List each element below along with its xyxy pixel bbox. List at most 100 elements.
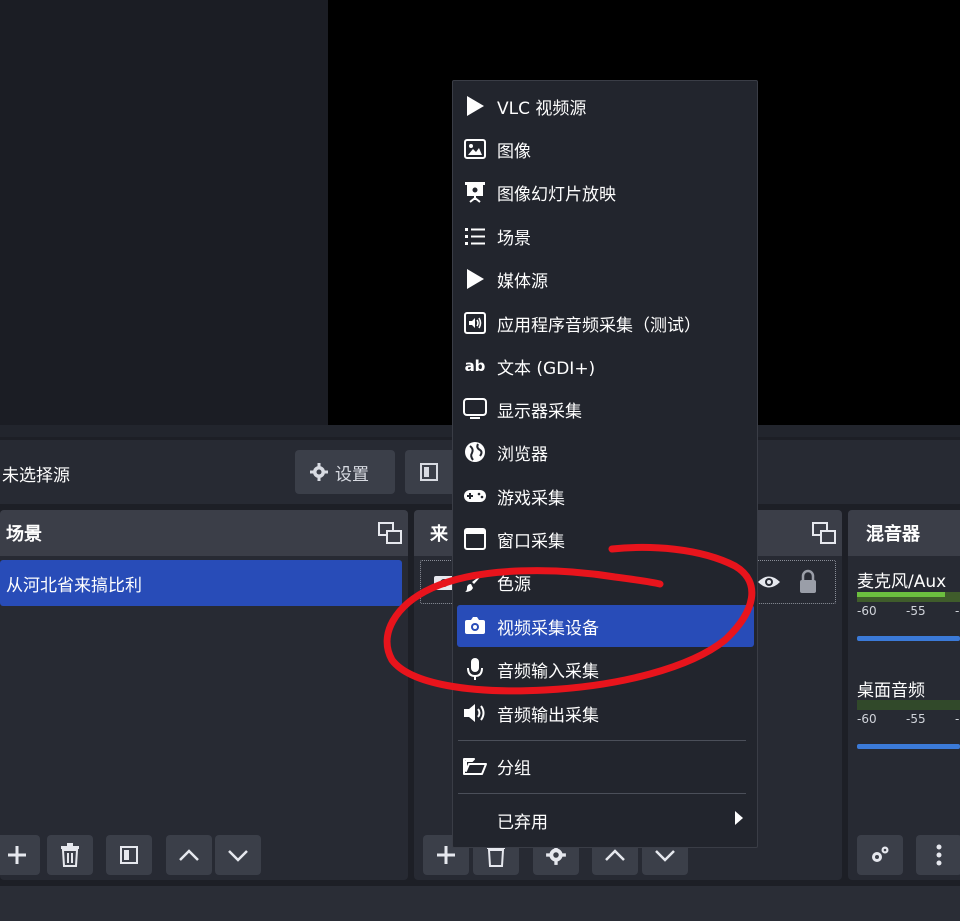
menu-item-label: 分组	[497, 758, 531, 779]
float-dock-icon[interactable]	[812, 522, 836, 549]
lock-icon[interactable]	[797, 569, 819, 599]
meter-ticks: -60 -55 -5	[857, 604, 960, 618]
brush-icon	[463, 570, 487, 594]
list-icon	[463, 224, 487, 248]
menu-item-label: 图像幻灯片放映	[497, 184, 616, 205]
no-source-label: 未选择源	[2, 466, 70, 486]
meter-ticks: -60 -55 -5	[857, 712, 960, 726]
text-icon: ab	[464, 357, 486, 375]
menu-item-label: 已弃用	[497, 812, 548, 833]
kebab-icon	[936, 844, 942, 866]
menu-item-label: 文本 (GDI+)	[497, 358, 596, 379]
scene-item[interactable]: 从河北省来搞比利	[0, 560, 402, 606]
globe-icon	[463, 440, 487, 464]
menu-item-app-audio-capture[interactable]: 应用程序音频采集（测试）	[457, 302, 754, 344]
menu-item-browser[interactable]: 浏览器	[457, 431, 754, 473]
menu-item-game-capture[interactable]: 游戏采集	[457, 475, 754, 517]
menu-item-vlc-source[interactable]: VLC 视频源	[457, 85, 754, 127]
menu-item-audio-input-capture[interactable]: 音频输入采集	[457, 648, 754, 690]
plus-icon	[8, 846, 26, 864]
filter-icon	[120, 846, 138, 864]
trash-icon	[61, 843, 79, 867]
mixer-header: 混音器	[848, 510, 960, 556]
menu-item-label: 视频采集设备	[497, 618, 599, 639]
filter-icon	[420, 463, 438, 481]
menu-item-image-slideshow[interactable]: 图像幻灯片放映	[457, 171, 754, 213]
menu-item-label: 场景	[497, 228, 531, 249]
meter-tick: -55	[906, 604, 926, 618]
meter-tick: -55	[906, 712, 926, 726]
monitor-icon	[463, 397, 487, 421]
meter-tick: -60	[857, 712, 877, 726]
volume-meter-fill	[857, 592, 945, 597]
menu-item-label: 浏览器	[497, 444, 548, 465]
menu-item-text-gdi[interactable]: ab 文本 (GDI+)	[457, 345, 754, 387]
volume-slider[interactable]	[857, 636, 960, 641]
audio-settings-button[interactable]	[857, 835, 903, 875]
play-icon	[463, 267, 487, 291]
camera-icon	[463, 614, 487, 638]
volume-slider[interactable]	[857, 744, 960, 749]
menu-item-window-capture[interactable]: 窗口采集	[457, 518, 754, 560]
menu-separator	[458, 740, 746, 741]
settings-label: 设置	[335, 464, 369, 485]
mixer-title: 混音器	[866, 524, 920, 545]
meter-tick: -60	[857, 604, 877, 618]
sources-title: 来	[430, 524, 448, 545]
menu-separator	[458, 793, 746, 794]
gear-icon	[310, 463, 328, 481]
mixer-menu-button[interactable]	[916, 835, 960, 875]
menu-item-image[interactable]: 图像	[457, 128, 754, 170]
blank-icon	[463, 808, 487, 832]
menu-item-scene[interactable]: 场景	[457, 215, 754, 257]
visibility-eye-icon[interactable]	[757, 571, 781, 597]
menu-item-deprecated[interactable]: 已弃用	[457, 799, 754, 841]
volume-meter	[857, 592, 960, 602]
status-bar	[0, 886, 960, 921]
menu-item-audio-output-capture[interactable]: 音频输出采集	[457, 692, 754, 734]
menu-item-display-capture[interactable]: 显示器采集	[457, 388, 754, 430]
menu-item-label: VLC 视频源	[497, 98, 587, 119]
menu-item-label: 音频输入采集	[497, 661, 599, 682]
scene-move-down-button[interactable]	[215, 835, 261, 875]
menu-item-color-source[interactable]: 色源	[457, 561, 754, 603]
meter-tick: -5	[955, 712, 960, 726]
left-dark-area	[0, 0, 328, 430]
meter-tick: -5	[955, 604, 960, 618]
volume-meter	[857, 700, 960, 710]
chevron-down-icon	[228, 850, 248, 862]
microphone-icon	[463, 657, 487, 681]
menu-item-media-source[interactable]: 媒体源	[457, 258, 754, 300]
app-audio-icon	[463, 311, 487, 335]
slideshow-icon	[463, 180, 487, 204]
image-icon	[463, 137, 487, 161]
scenes-title: 场景	[6, 524, 42, 545]
play-icon	[463, 94, 487, 118]
scene-move-up-button[interactable]	[166, 835, 212, 875]
add-source-menu: VLC 视频源 图像 图像幻灯片放映 场景 媒体源 应用程序音频采集（测试） a…	[452, 80, 758, 848]
submenu-arrow-icon	[734, 810, 744, 831]
scenes-header: 场景	[0, 510, 408, 556]
menu-item-video-capture-device[interactable]: 视频采集设备	[457, 605, 754, 647]
scenes-dock: 场景 从河北省来搞比利	[0, 510, 408, 880]
mixer-channel-label: 桌面音频	[857, 681, 925, 701]
window-icon	[463, 527, 487, 551]
menu-item-label: 色源	[497, 574, 531, 595]
menu-item-label: 显示器采集	[497, 401, 582, 422]
gamepad-icon	[463, 484, 487, 508]
settings-button[interactable]: 设置	[295, 450, 395, 494]
menu-item-label: 窗口采集	[497, 531, 565, 552]
scene-item-label: 从河北省来搞比利	[6, 575, 142, 596]
menu-item-label: 媒体源	[497, 271, 548, 292]
scene-filters-button[interactable]	[106, 835, 152, 875]
menu-item-group[interactable]: 分组	[457, 745, 754, 787]
gears-icon	[872, 846, 889, 862]
menu-item-label: 音频输出采集	[497, 705, 599, 726]
menu-item-label: 应用程序音频采集（测试）	[497, 315, 701, 336]
add-scene-button[interactable]	[0, 835, 40, 875]
float-dock-icon[interactable]	[378, 522, 402, 549]
remove-scene-button[interactable]	[47, 835, 93, 875]
mixer-channel-label: 麦克风/Aux	[857, 572, 947, 592]
speaker-icon	[463, 701, 487, 725]
menu-item-label: 游戏采集	[497, 488, 565, 509]
